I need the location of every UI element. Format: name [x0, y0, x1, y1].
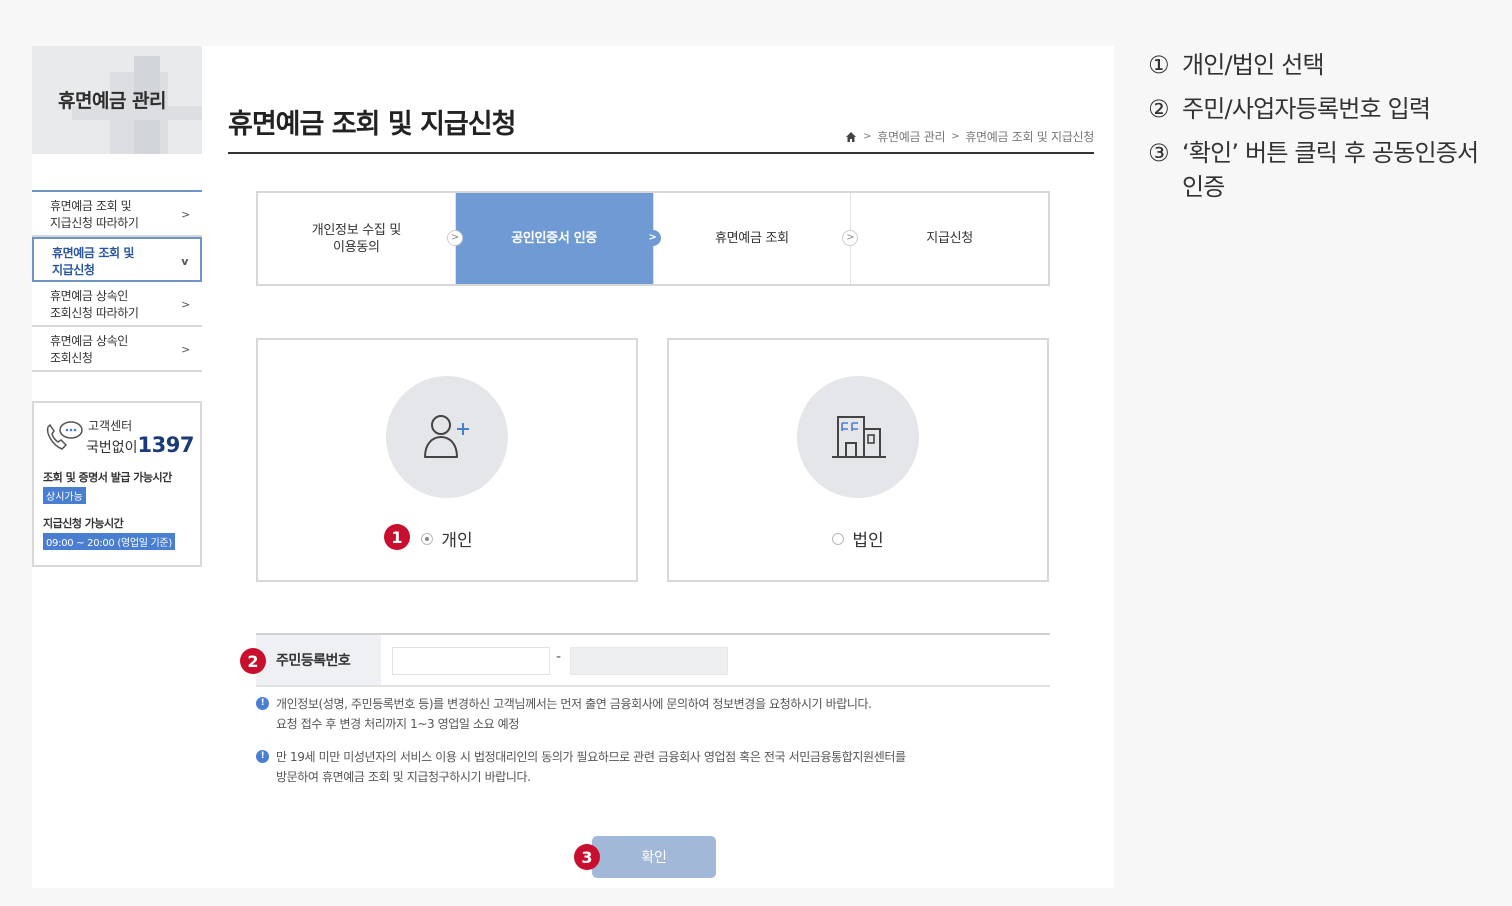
instruction-list: ① 개인/법인 선택 ② 주민/사업자등록번호 입력 ③ ‘확인’ 버튼 클릭 …: [1148, 48, 1498, 214]
instruction-text: 개인/법인 선택: [1182, 51, 1325, 79]
step-label: 공인인증서 인증: [511, 231, 598, 246]
phone-number: 1397: [137, 433, 195, 457]
hours-title: 조회 및 증명서 발급 가능시간: [43, 471, 172, 484]
add-person-icon: [424, 415, 469, 458]
sidebar-item-label: 지급신청 따라하기: [50, 216, 139, 230]
instruction-item: ② 주민/사업자등록번호 입력: [1148, 92, 1498, 126]
notice-info-change: ! 개인정보(성명, 주민등록번호 등)를 변경하신 고객님께서는 먼저 출연 …: [256, 694, 1050, 734]
home-icon[interactable]: [845, 131, 857, 143]
personal-radio[interactable]: [421, 532, 434, 545]
step-badge-3: 3: [574, 844, 600, 870]
apply-hours-title: 지급신청 가능시간: [43, 517, 124, 530]
sidebar-item-apply[interactable]: 휴면예금 조회 및 지급신청 v: [32, 237, 202, 282]
sidebar-item-label: 휴면예금 조회 및: [52, 246, 135, 260]
customer-center-number: 국번없이1397: [86, 433, 194, 457]
breadcrumb-item[interactable]: 휴면예금 관리: [877, 128, 945, 145]
sidebar-item-label: 휴면예금 상속인: [50, 289, 128, 303]
breadcrumb-separator: >: [951, 131, 960, 142]
sidebar-item-label: 휴면예금 상속인: [50, 334, 128, 348]
sidebar-item-label: 지급신청: [52, 263, 95, 277]
number-prefix: 국번없이: [86, 440, 138, 456]
step-arrow-icon: >: [644, 230, 661, 246]
step-label: 이용동의: [333, 239, 380, 255]
progress-steps: 개인정보 수집 및 이용동의 > 공인인증서 인증 > 휴면예금 조회 > 지급…: [256, 191, 1050, 286]
instruction-item: ③ ‘확인’ 버튼 클릭 후 공동인증서 인증: [1148, 136, 1498, 204]
page-title: 휴면예금 조회 및 지급신청: [228, 109, 516, 140]
step-arrow-icon: >: [446, 230, 463, 246]
step-inquiry: 휴면예금 조회 >: [654, 193, 859, 284]
sidebar-item-heir-guide[interactable]: 휴면예금 상속인 조회신청 따라하기 >: [32, 282, 202, 327]
chevron-down-icon: v: [181, 255, 188, 268]
title-divider: [228, 152, 1094, 154]
breadcrumb-item[interactable]: 휴면예금 조회 및 지급신청: [965, 128, 1094, 145]
customer-center-label: 고객센터: [88, 419, 133, 433]
step-payment: 지급신청: [851, 193, 1048, 284]
apply-hours-badge: 09:00 ~ 20:00 (영업일 기준): [43, 533, 175, 550]
corporate-radio[interactable]: [832, 532, 845, 545]
page-panel: 휴면예금 관리 휴면예금 조회 및 지급신청 따라하기 > 휴면예금 조회 및 …: [32, 46, 1114, 888]
notice-text: 만 19세 미만 미성년자의 서비스 이용 시 법정대리인의 동의가 필요하므로…: [276, 750, 906, 764]
sidebar-header: 휴면예금 관리: [32, 46, 202, 154]
instruction-number: ③: [1148, 139, 1170, 167]
breadcrumb-separator: >: [863, 131, 872, 142]
instruction-number: ②: [1148, 95, 1170, 123]
instruction-number: ①: [1148, 51, 1170, 79]
breadcrumb: > 휴면예금 관리 > 휴면예금 조회 및 지급신청: [845, 128, 1094, 145]
personal-radio-row[interactable]: 개인: [258, 526, 636, 551]
hours-badge: 상시가능: [43, 487, 86, 504]
info-icon: !: [256, 750, 269, 763]
step-label: 지급신청: [926, 231, 973, 246]
chevron-right-icon: >: [181, 343, 190, 356]
sidebar-item-label: 조회신청 따라하기: [50, 306, 139, 320]
id-dash: -: [556, 649, 562, 665]
step-label: 휴면예금 조회: [714, 231, 789, 246]
id-number-back-input[interactable]: [570, 647, 728, 675]
id-number-row: 주민등록번호 -: [256, 633, 1050, 687]
sidebar-menu: 휴면예금 조회 및 지급신청 따라하기 > 휴면예금 조회 및 지급신청 v 휴…: [32, 190, 202, 372]
notice-text: 요청 접수 후 변경 처리까지 1~3 영업일 소요 예정: [276, 717, 519, 731]
instruction-text: 주민/사업자등록번호 입력: [1182, 95, 1431, 123]
sidebar-item-label: 휴면예금 조회 및: [50, 199, 132, 213]
step-badge-1: 1: [384, 524, 410, 550]
confirm-button[interactable]: 확인: [592, 836, 716, 878]
step-badge-2: 2: [240, 648, 266, 674]
personal-icon-circle: [386, 376, 508, 498]
sidebar-item-heir-apply[interactable]: 휴면예금 상속인 조회신청 >: [32, 327, 202, 372]
chevron-right-icon: >: [181, 298, 190, 311]
building-icon: [832, 416, 886, 458]
corporate-label: 법인: [852, 531, 884, 551]
corporate-icon-circle: [797, 376, 919, 498]
step-consent: 개인정보 수집 및 이용동의 >: [258, 193, 463, 284]
sidebar-item-guide[interactable]: 휴면예금 조회 및 지급신청 따라하기 >: [32, 192, 202, 237]
info-icon: !: [256, 697, 269, 710]
chevron-right-icon: >: [181, 208, 190, 221]
notice-text: 개인정보(성명, 주민등록번호 등)를 변경하신 고객님께서는 먼저 출연 금융…: [276, 697, 872, 711]
notice-minor: ! 만 19세 미만 미성년자의 서비스 이용 시 법정대리인의 동의가 필요하…: [256, 747, 1050, 787]
notice-text: 방문하여 휴면예금 조회 및 지급청구하시기 바랍니다.: [276, 770, 531, 784]
corporate-option-card[interactable]: 법인: [667, 338, 1049, 582]
id-number-front-input[interactable]: [392, 647, 550, 675]
phone-icon: [46, 421, 83, 450]
personal-option-card[interactable]: 개인: [256, 338, 638, 582]
instruction-item: ① 개인/법인 선택: [1148, 48, 1498, 82]
id-number-label: 주민등록번호: [256, 635, 381, 685]
corporate-radio-row[interactable]: 법인: [669, 526, 1047, 551]
instruction-text: ‘확인’ 버튼 클릭 후 공동인증서 인증: [1182, 139, 1479, 201]
personal-label: 개인: [441, 531, 473, 551]
step-certificate: 공인인증서 인증 >: [455, 193, 661, 284]
step-label: 개인정보 수집 및: [311, 222, 402, 238]
sidebar-title: 휴면예금 관리: [58, 90, 167, 112]
sidebar-item-label: 조회신청: [50, 351, 93, 365]
customer-center-box: 고객센터 국번없이1397 조회 및 증명서 발급 가능시간 상시가능 지급신청…: [32, 401, 202, 567]
